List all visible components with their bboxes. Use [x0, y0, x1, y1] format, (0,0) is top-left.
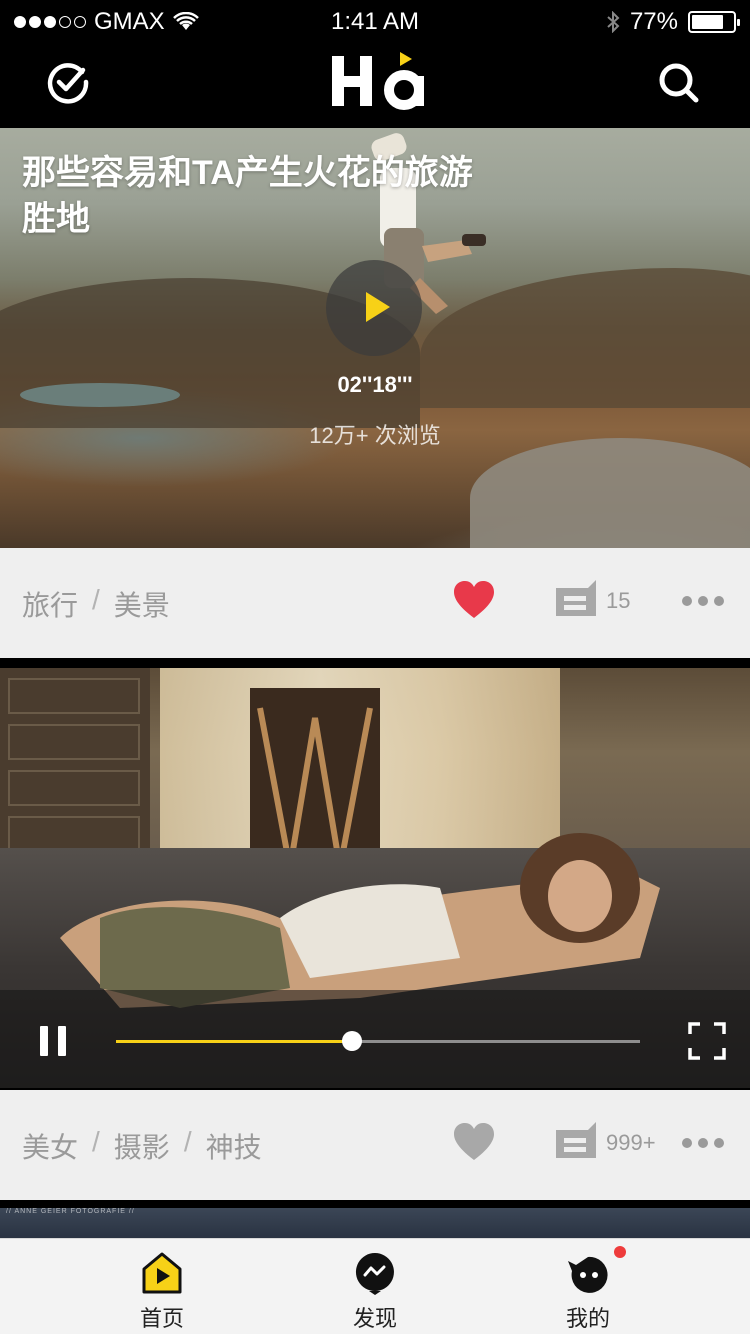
comment-count: 15 — [606, 588, 631, 613]
status-bar: GMAX 1:41 AM 77% — [0, 0, 750, 40]
more-dot — [714, 596, 724, 606]
video-card-travel[interactable]: 那些容易和TA产生火花的旅游胜地 02''18''' 12万+ 次浏览 — [0, 128, 750, 548]
profile-icon — [568, 1256, 608, 1293]
more-dot — [714, 1138, 724, 1148]
tag-list: 旅行 / 美景 — [22, 584, 170, 624]
view-count: 12万+ 次浏览 — [309, 423, 441, 448]
tab-bar: 首页 发现 我的 — [0, 1238, 750, 1334]
battery-icon — [688, 11, 740, 33]
photo-credit: // ANNE GEIER FOTOGRAFIE // — [6, 1208, 135, 1215]
tag-link[interactable]: 神技 — [206, 1126, 262, 1166]
video-duration: 02''18''' — [337, 372, 413, 397]
more-options-button[interactable] — [682, 596, 724, 606]
video-controls — [0, 990, 750, 1088]
tag-separator: / — [92, 584, 100, 615]
fullscreen-icon[interactable] — [688, 1022, 726, 1060]
battery-percent: 77% — [629, 8, 678, 35]
more-dot — [698, 596, 708, 606]
tag-separator: / — [92, 1126, 100, 1157]
pause-button[interactable] — [40, 1026, 66, 1056]
card-meta-row: 旅行 / 美景 15 — [0, 548, 750, 658]
video-title[interactable]: 那些容易和TA产生火花的旅游胜地 — [22, 150, 482, 242]
tag-link[interactable]: 美女 — [22, 1126, 78, 1166]
comment-icon[interactable] — [554, 1120, 598, 1160]
tag-list: 美女 / 摄影 / 神技 — [22, 1126, 262, 1166]
card-meta-row: 美女 / 摄影 / 神技 999+ — [0, 1090, 750, 1200]
home-play-icon — [142, 1252, 182, 1294]
like-heart-icon[interactable] — [452, 1122, 496, 1162]
tab-label: 我的 — [565, 1306, 610, 1331]
progress-fill — [116, 1040, 352, 1043]
play-icon — [366, 292, 390, 322]
nav-bar — [0, 40, 750, 128]
progress-slider[interactable] — [116, 1031, 640, 1051]
tag-link[interactable]: 旅行 — [22, 584, 78, 624]
status-right: 77% — [606, 8, 740, 36]
more-dot — [682, 1138, 692, 1148]
tag-separator: / — [183, 1126, 192, 1157]
more-options-button[interactable] — [682, 1138, 724, 1148]
notification-badge — [614, 1246, 626, 1258]
rock-decoration — [470, 438, 750, 548]
logo-icon — [332, 52, 424, 110]
tab-profile[interactable]: 我的 — [463, 1239, 713, 1334]
like-heart-icon[interactable] — [452, 580, 496, 620]
progress-thumb[interactable] — [341, 1031, 362, 1051]
comment-icon[interactable] — [554, 578, 598, 618]
bluetooth-icon — [607, 11, 620, 33]
discover-icon — [355, 1253, 394, 1295]
search-icon[interactable] — [656, 60, 704, 108]
video-card-photography[interactable] — [0, 668, 750, 1088]
more-dot — [682, 596, 692, 606]
check-circle-icon[interactable] — [46, 60, 90, 104]
tag-link[interactable]: 摄影 — [114, 1126, 170, 1166]
video-card-peek[interactable]: // ANNE GEIER FOTOGRAFIE // — [0, 1208, 750, 1238]
tag-link[interactable]: 美景 — [114, 584, 170, 624]
comment-count: 999+ — [606, 1130, 656, 1155]
battery-fill — [692, 15, 723, 29]
more-dot — [698, 1138, 708, 1148]
play-button[interactable] — [326, 260, 422, 356]
